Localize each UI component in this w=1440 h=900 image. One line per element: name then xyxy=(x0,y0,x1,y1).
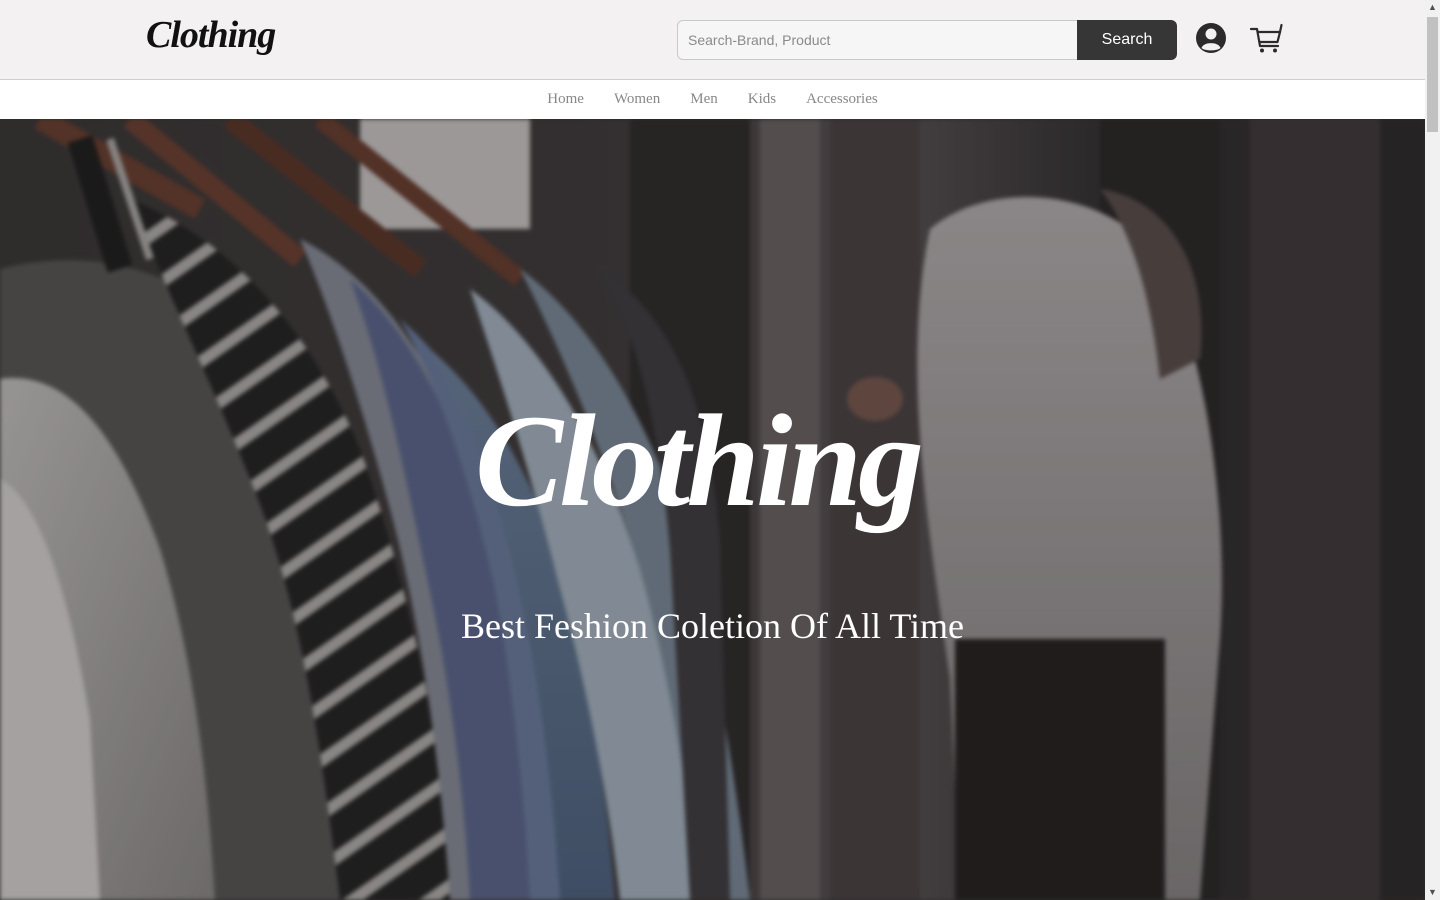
site-logo[interactable]: Clothing xyxy=(146,10,276,60)
nav-kids[interactable]: Kids xyxy=(733,91,791,108)
search-input[interactable] xyxy=(677,20,1077,60)
search-button[interactable]: Search xyxy=(1077,20,1177,60)
page-scrollbar[interactable]: ▲ ▼ xyxy=(1425,0,1440,900)
scroll-up-arrow-icon[interactable]: ▲ xyxy=(1425,0,1440,15)
page: Clothing Search Home Women Men Kids Acce… xyxy=(0,0,1425,900)
nav-men[interactable]: Men xyxy=(675,91,733,108)
shopping-cart-icon[interactable] xyxy=(1249,23,1283,55)
nav-accessories[interactable]: Accessories xyxy=(791,91,893,108)
search-form: Search xyxy=(677,20,1177,60)
hero-banner: Clothing Best Feshion Coletion Of All Ti… xyxy=(0,119,1425,900)
user-circle-icon[interactable] xyxy=(1195,22,1227,54)
main-nav: Home Women Men Kids Accessories xyxy=(0,80,1425,119)
nav-women[interactable]: Women xyxy=(599,91,675,108)
nav-home[interactable]: Home xyxy=(532,91,599,108)
hero-tagline: Best Feshion Coletion Of All Time xyxy=(460,606,965,646)
hero-title: Clothing xyxy=(475,387,924,534)
top-header: Clothing Search xyxy=(0,0,1425,80)
scroll-thumb[interactable] xyxy=(1427,17,1438,132)
scroll-down-arrow-icon[interactable]: ▼ xyxy=(1425,885,1440,900)
